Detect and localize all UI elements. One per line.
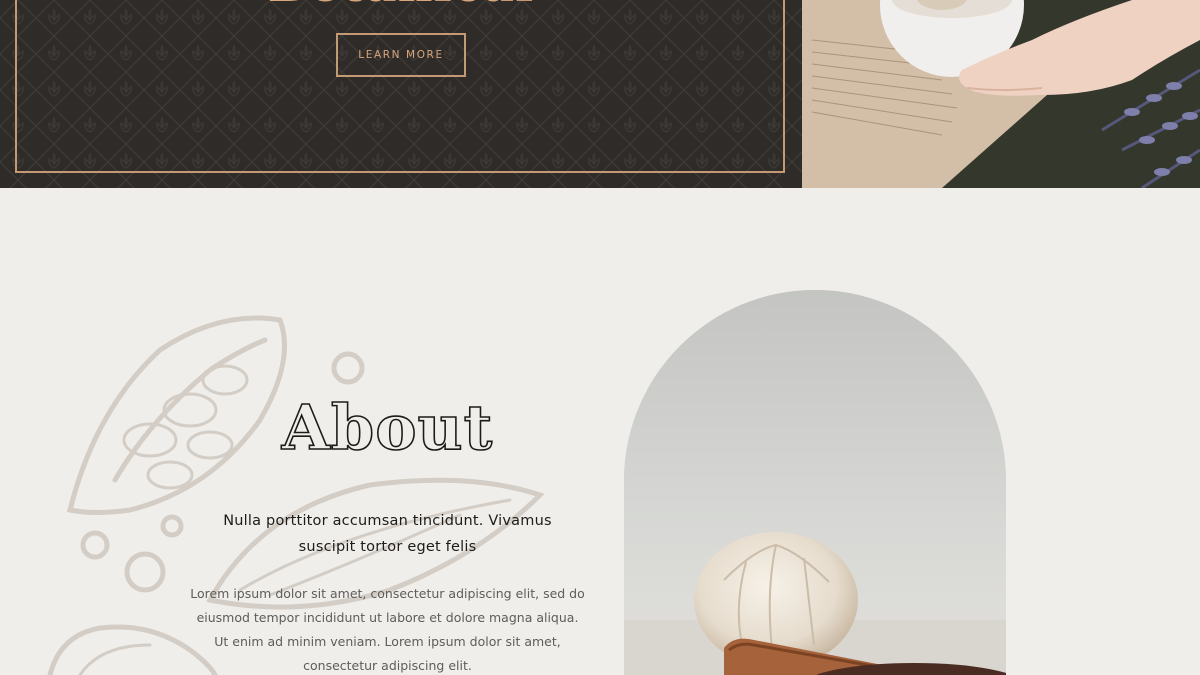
- about-title: About: [281, 390, 494, 465]
- hero-title: Botanical: [200, 0, 602, 10]
- learn-more-button[interactable]: LEARN MORE: [336, 33, 466, 77]
- about-body-text: Lorem ipsum dolor sit amet, consectetur …: [190, 586, 585, 673]
- garlic-photo: [624, 290, 1006, 675]
- hero-photo: [802, 0, 1200, 188]
- garlic-arch-photo: [624, 290, 1006, 675]
- mortar-bowl-photo: [802, 0, 1200, 188]
- hero-section: Botanical LEARN MORE: [0, 0, 1200, 188]
- page: Botanical LEARN MORE: [0, 0, 1200, 675]
- hero-pattern-panel: Botanical LEARN MORE: [0, 0, 802, 188]
- hero-frame: [15, 0, 785, 173]
- about-subtitle: Nulla porttitor accumsan tincidunt. Viva…: [223, 513, 552, 555]
